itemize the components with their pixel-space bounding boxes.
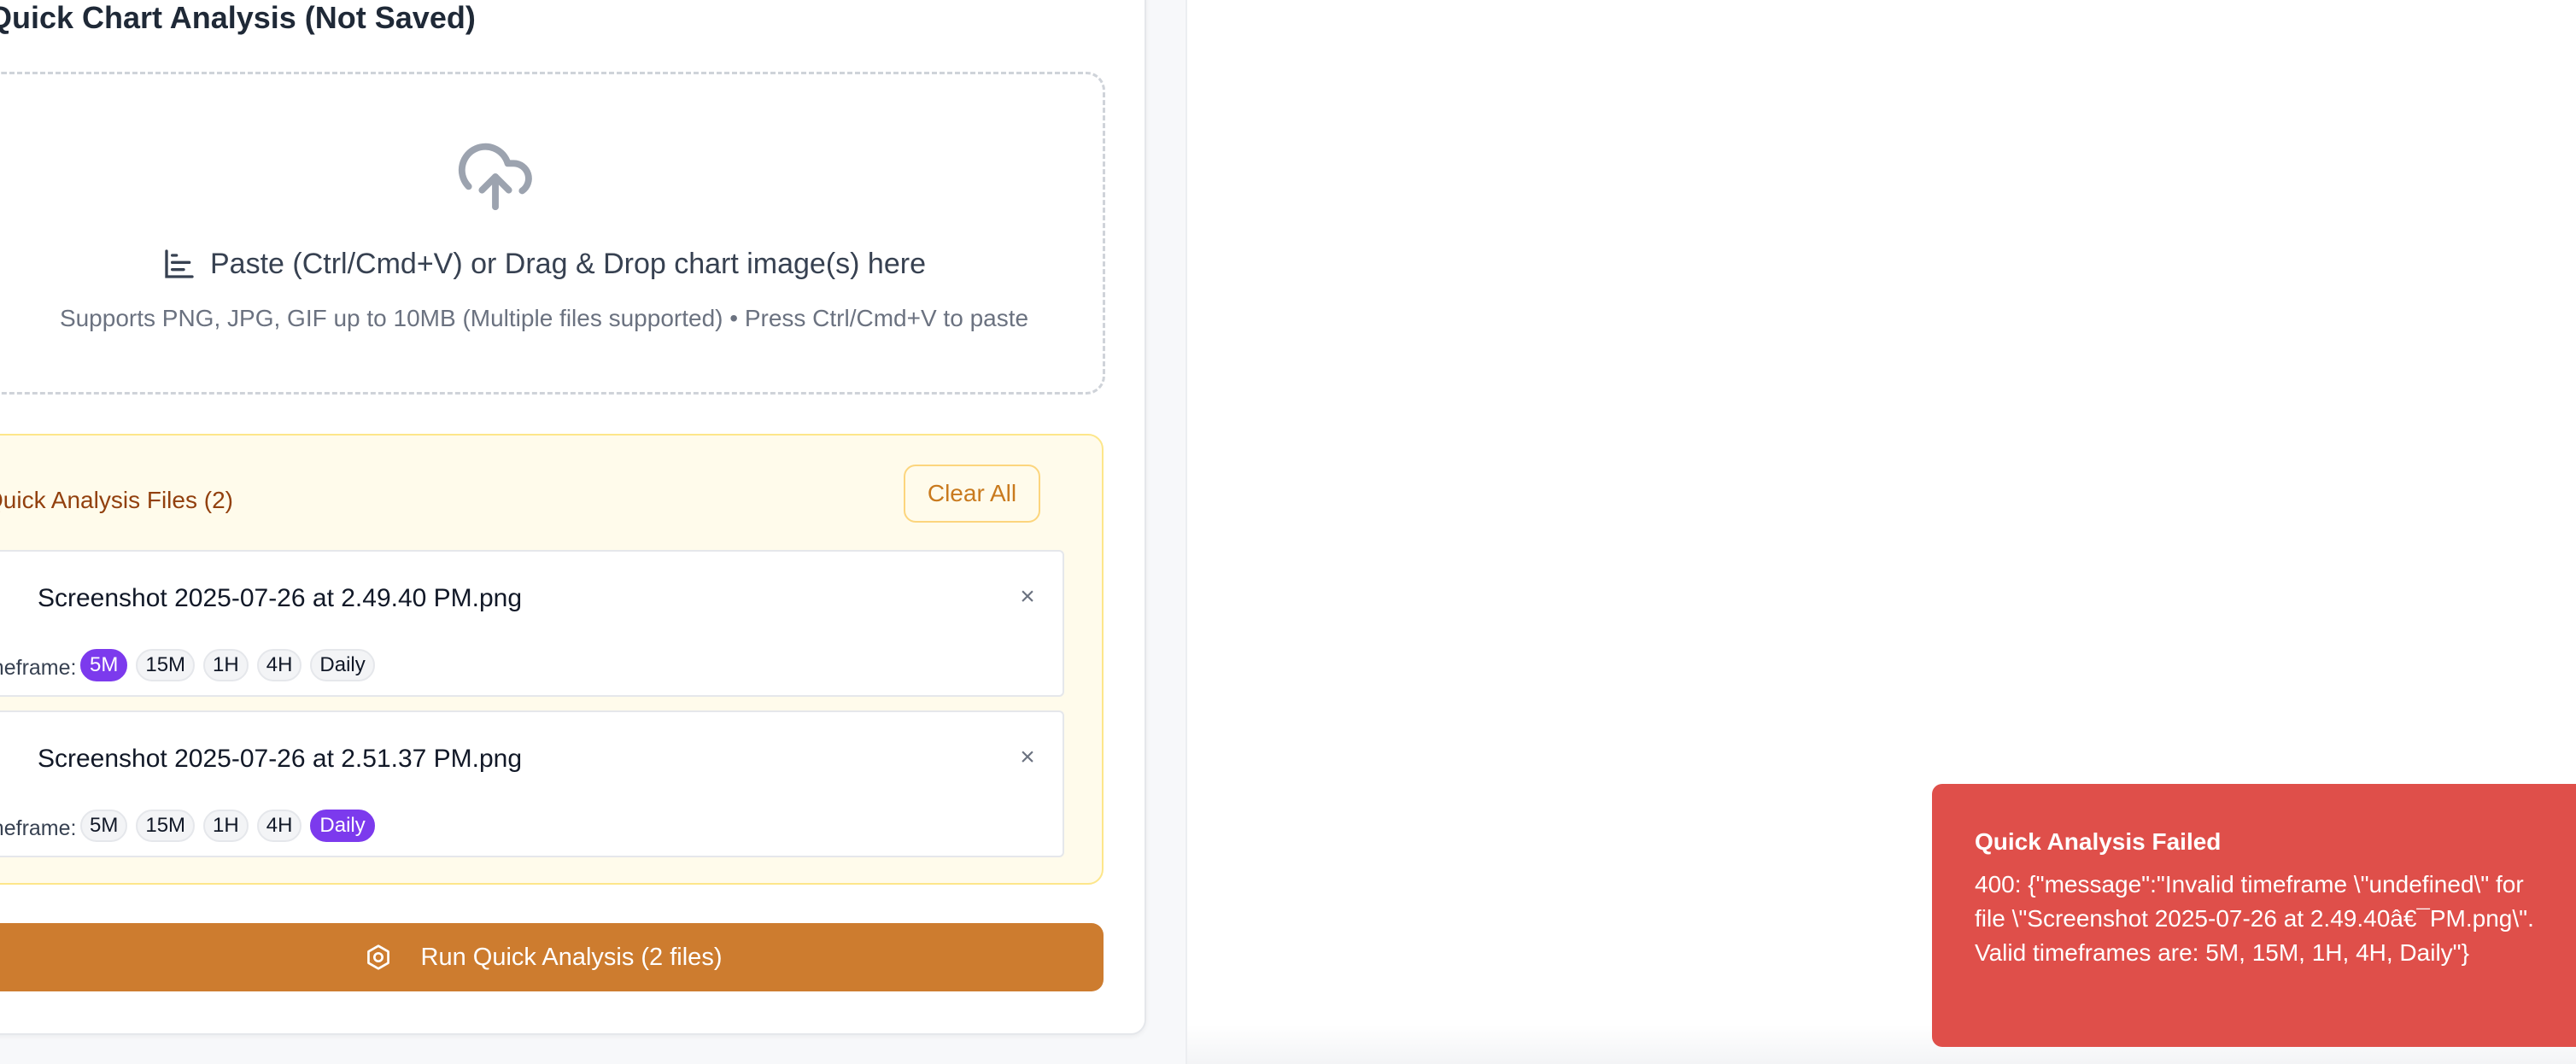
run-button-label: Run Quick Analysis (2 files): [420, 943, 723, 971]
files-header: Quick Analysis Files (2): [0, 487, 233, 513]
timeframe-chip-15m[interactable]: 15M: [136, 810, 196, 842]
remove-file-button[interactable]: ×: [1013, 743, 1042, 772]
timeframe-chip-1h[interactable]: 1H: [203, 810, 249, 842]
toast-title: Quick Analysis Failed: [1975, 828, 2222, 855]
timeframe-chip-4h[interactable]: 4H: [256, 649, 302, 681]
clear-all-button[interactable]: Clear All: [904, 465, 1040, 523]
timeframe-label: Timeframe:: [0, 816, 77, 840]
cloud-upload-icon: [458, 143, 532, 211]
panel-divider: [1186, 0, 1187, 1064]
timeframe-label: Timeframe:: [0, 656, 77, 680]
timeframe-selector: 5M 15M 1H 4H Daily: [80, 810, 375, 842]
settings-icon: [366, 944, 389, 970]
page-title: Quick Chart Analysis (Not Saved): [0, 0, 476, 35]
bar-chart-icon: [165, 249, 194, 278]
upload-dropzone[interactable]: Paste (Ctrl/Cmd+V) or Drag & Drop chart …: [0, 72, 1105, 395]
quick-analysis-files-panel: Quick Analysis Files (2) Clear All Scree…: [0, 434, 1104, 885]
timeframe-chip-daily[interactable]: Daily: [310, 810, 375, 842]
timeframe-chip-1h[interactable]: 1H: [203, 649, 249, 681]
dropzone-subtitle: Supports PNG, JPG, GIF up to 10MB (Multi…: [59, 305, 1029, 331]
timeframe-chip-5m[interactable]: 5M: [80, 649, 128, 681]
file-item: Screenshot 2025-07-26 at 2.49.40 PM.png …: [0, 550, 1064, 697]
timeframe-chip-5m[interactable]: 5M: [80, 810, 128, 842]
file-name: Screenshot 2025-07-26 at 2.49.40 PM.png: [38, 584, 523, 612]
dropzone-title: Paste (Ctrl/Cmd+V) or Drag & Drop chart …: [0, 247, 1103, 281]
dropzone-title-text: Paste (Ctrl/Cmd+V) or Drag & Drop chart …: [210, 247, 926, 280]
timeframe-chip-15m[interactable]: 15M: [136, 649, 196, 681]
toast-message: 400: {"message":"Invalid timeframe \"und…: [1975, 871, 2534, 966]
file-item: Screenshot 2025-07-26 at 2.51.37 PM.png …: [0, 710, 1064, 857]
timeframe-chip-4h[interactable]: 4H: [256, 810, 302, 842]
remove-file-button[interactable]: ×: [1013, 582, 1042, 611]
timeframe-selector: 5M 15M 1H 4H Daily: [80, 649, 375, 681]
error-toast[interactable]: Quick Analysis Failed 400: {"message":"I…: [1932, 784, 2576, 1047]
timeframe-chip-daily[interactable]: Daily: [310, 649, 375, 681]
file-name: Screenshot 2025-07-26 at 2.51.37 PM.png: [38, 745, 523, 773]
run-quick-analysis-button[interactable]: Run Quick Analysis (2 files): [0, 923, 1104, 991]
